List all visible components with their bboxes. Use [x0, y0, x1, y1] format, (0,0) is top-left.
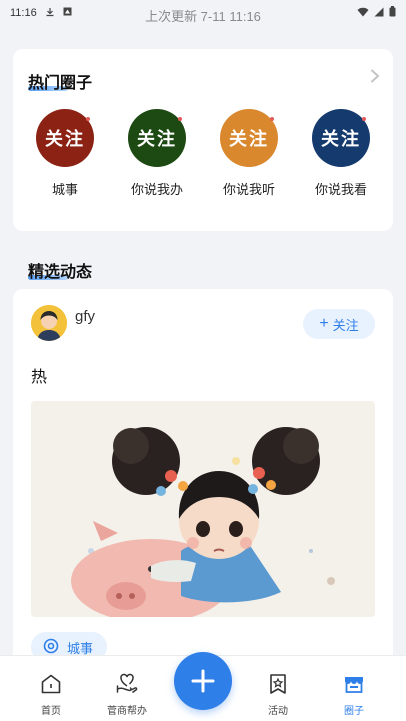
home-icon — [41, 674, 61, 694]
post-text: 热 — [31, 369, 48, 386]
nav-label: 圈子 — [344, 706, 364, 717]
nav-item-home[interactable]: 首页 — [21, 672, 81, 717]
circles-row: 关注 城事 关注 你说我办 关注 你说我听 关注 你说我看 — [13, 109, 393, 198]
hot-circles-card: 热门圈子 关注 城事 关注 你说我办 关注 你说我听 关注 你说我看 — [13, 49, 393, 231]
circle-item-nishuowokan[interactable]: 关注 你说我看 — [301, 109, 381, 198]
nav-label: 首页 — [41, 706, 61, 717]
nav-item-business[interactable]: 菅商帮办 — [97, 672, 157, 717]
plus-icon: + — [319, 315, 329, 332]
post-tag-label: 城事 — [67, 640, 94, 656]
follow-button[interactable]: + 关注 — [303, 309, 375, 339]
post-username[interactable]: gfy — [75, 308, 95, 325]
circle-tag-icon — [43, 638, 59, 657]
hot-circles-title: 热门圈子 — [28, 75, 93, 92]
store-icon — [345, 677, 363, 693]
circle-item-chengshi[interactable]: 关注 城事 — [25, 109, 105, 198]
dot-icon — [362, 117, 366, 121]
circle-badge-text: 关注 — [45, 129, 85, 149]
circle-item-nishuowoting[interactable]: 关注 你说我听 — [209, 109, 289, 198]
circle-name: 你说我看 — [314, 182, 367, 197]
circle-avatar: 关注 — [36, 109, 94, 167]
avatar[interactable] — [31, 305, 67, 341]
chevron-right-icon[interactable] — [369, 69, 381, 83]
dot-icon — [86, 117, 90, 121]
follow-label: 关注 — [332, 317, 359, 333]
circle-badge-text: 关注 — [229, 129, 269, 149]
circle-name: 你说我听 — [222, 182, 275, 197]
nav-item-circle[interactable]: 圈子 — [324, 672, 384, 717]
circle-badge-text: 关注 — [321, 129, 361, 149]
circle-avatar: 关注 — [312, 109, 370, 167]
dot-icon — [270, 117, 274, 121]
refresh-hint: 上次更新 7-11 11:16 — [145, 9, 261, 24]
circle-avatar: 关注 — [220, 109, 278, 167]
nav-item-activity[interactable]: 活动 — [248, 672, 308, 717]
dot-icon — [178, 117, 182, 121]
handshake-icon — [116, 673, 138, 694]
plus-icon — [191, 669, 215, 693]
post-image[interactable] — [31, 401, 375, 617]
circle-item-nishuowoban[interactable]: 关注 你说我办 — [117, 109, 197, 198]
circle-badge-text: 关注 — [137, 129, 177, 149]
circle-name: 城事 — [51, 182, 78, 197]
featured-title: 精选动态 — [28, 264, 93, 281]
circle-name: 你说我办 — [130, 182, 183, 197]
post-card[interactable]: gfy + 关注 热 城事 — [13, 289, 393, 669]
nav-label: 菅商帮办 — [107, 706, 147, 717]
add-button[interactable] — [174, 652, 232, 710]
star-badge-icon — [270, 674, 286, 694]
circle-avatar: 关注 — [128, 109, 186, 167]
nav-label: 活动 — [268, 706, 288, 717]
